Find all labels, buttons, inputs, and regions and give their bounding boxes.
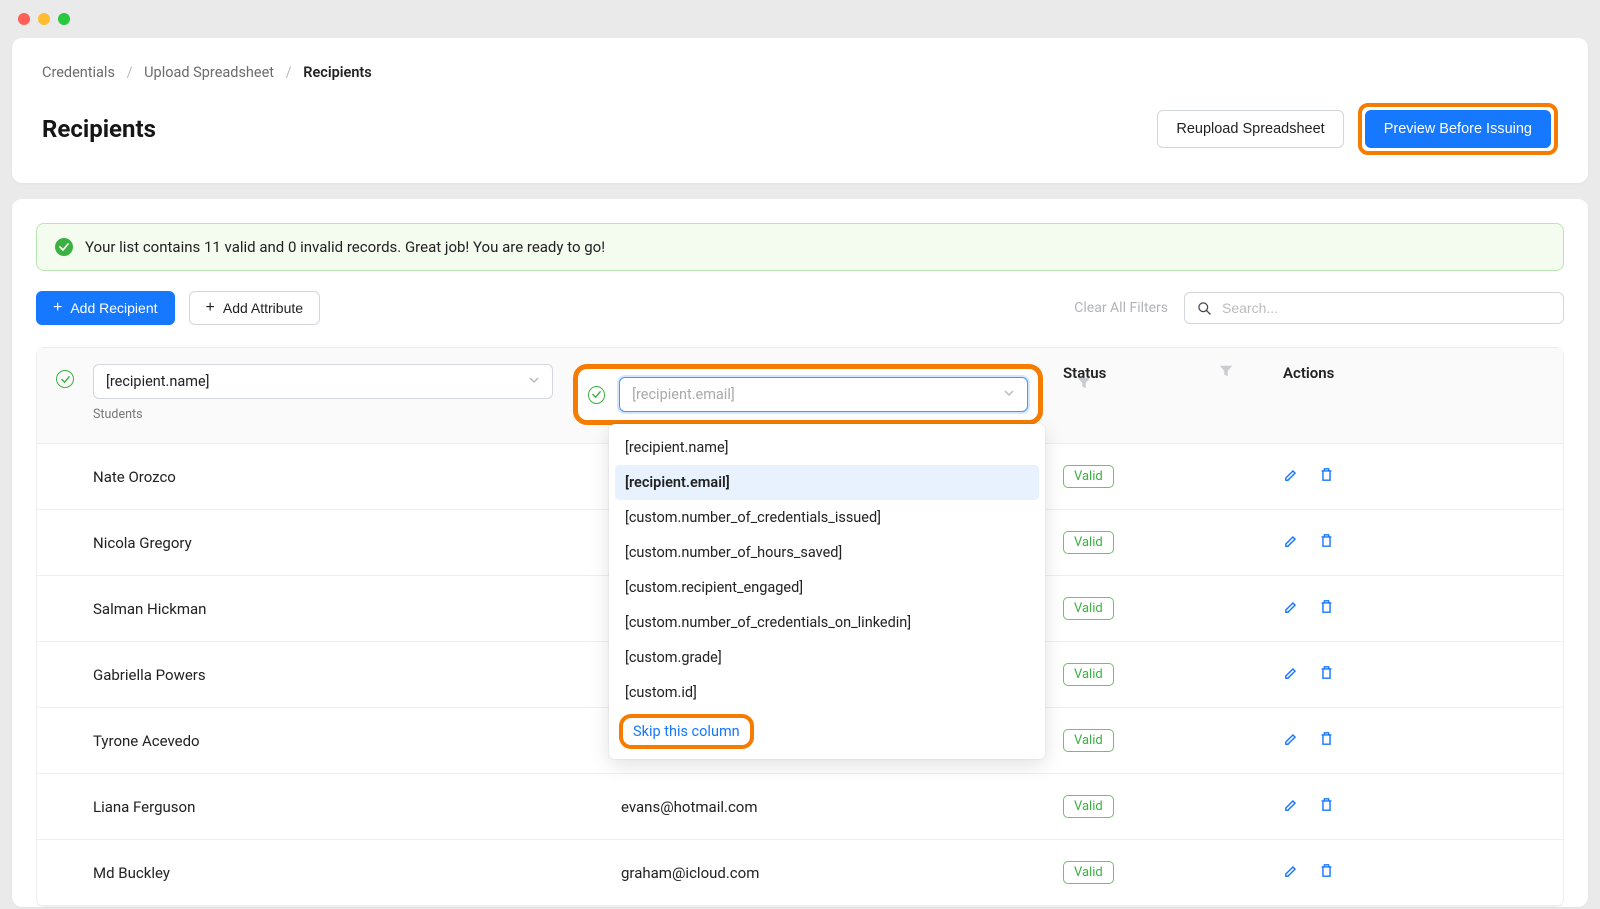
edit-icon[interactable] [1283,730,1300,751]
status-badge: Valid [1063,729,1114,752]
filter-icon[interactable] [1077,376,1091,394]
dropdown-option[interactable]: [custom.recipient_engaged] [615,570,1039,605]
toolbar: + Add Recipient + Add Attribute Clear Al… [36,291,1564,325]
table-row: Md Buckley graham@icloud.com Valid [37,840,1563,906]
app-window: Credentials / Upload Spreadsheet / Recip… [0,0,1600,909]
skip-column-link[interactable]: Skip this column [633,723,740,740]
edit-icon[interactable] [1283,862,1300,883]
edit-icon[interactable] [1283,532,1300,553]
table-header-row: [recipient.name] Students [recipient.ema [37,348,1563,444]
page-title: Recipients [42,115,156,143]
table-row: Liana Ferguson evans@hotmail.com Valid [37,774,1563,840]
check-circle-outline-icon [56,370,74,388]
chevron-down-icon [1003,386,1015,403]
preview-before-issuing-button[interactable]: Preview Before Issuing [1365,110,1551,148]
add-recipient-label: Add Recipient [70,300,157,316]
delete-icon[interactable] [1318,664,1335,685]
add-attribute-label: Add Attribute [223,300,303,316]
recipients-table: [recipient.name] Students [recipient.ema [36,347,1564,907]
edit-icon[interactable] [1283,598,1300,619]
filter-icon[interactable] [1219,364,1233,382]
edit-icon[interactable] [1283,796,1300,817]
dropdown-option[interactable]: [custom.id] [615,675,1039,710]
column-2-placeholder: [recipient.email] [632,386,735,403]
check-circle-outline-icon [588,386,605,404]
breadcrumb-current: Recipients [303,64,372,81]
breadcrumb-separator: / [127,64,133,81]
recipient-name-cell: Salman Hickman [93,600,206,618]
recipient-name-cell: Gabriella Powers [93,666,206,684]
delete-icon[interactable] [1318,862,1335,883]
recipient-email-cell: graham@icloud.com [573,864,759,882]
delete-icon[interactable] [1318,466,1335,487]
dropdown-option[interactable]: [custom.grade] [615,640,1039,675]
dropdown-option[interactable]: [custom.number_of_credentials_issued] [615,500,1039,535]
edit-icon[interactable] [1283,466,1300,487]
delete-icon[interactable] [1318,796,1335,817]
dropdown-option[interactable]: [custom.number_of_hours_saved] [615,535,1039,570]
status-badge: Valid [1063,597,1114,620]
window-zoom-button[interactable] [58,13,70,25]
breadcrumb-link-1[interactable]: Credentials [42,64,115,81]
recipient-email-cell: evans@hotmail.com [573,798,758,816]
delete-icon[interactable] [1318,532,1335,553]
status-badge: Valid [1063,531,1114,554]
recipient-name-cell: Md Buckley [93,864,170,882]
search-icon [1197,301,1212,316]
reupload-spreadsheet-button[interactable]: Reupload Spreadsheet [1157,110,1343,148]
header-actions: Reupload Spreadsheet Preview Before Issu… [1157,103,1558,155]
recipient-name-cell: Nicola Gregory [93,534,192,552]
highlight-ring: [recipient.email] [573,364,1043,425]
add-attribute-button[interactable]: + Add Attribute [189,291,321,325]
plus-icon: + [53,300,62,316]
column-mapping-dropdown: [recipient.name][recipient.email][custom… [609,424,1045,759]
search-input-wrapper[interactable] [1184,292,1564,324]
recipient-name-cell: Nate Orozco [93,468,176,486]
status-badge: Valid [1063,465,1114,488]
dropdown-option[interactable]: [recipient.name] [615,430,1039,465]
alert-text: Your list contains 11 valid and 0 invali… [85,238,605,256]
check-circle-icon [55,238,73,256]
search-input[interactable] [1222,300,1551,316]
clear-all-filters-link[interactable]: Clear All Filters [1074,300,1168,316]
window-minimize-button[interactable] [38,13,50,25]
window-titlebar [0,0,1600,38]
chevron-down-icon [528,373,540,390]
success-alert: Your list contains 11 valid and 0 invali… [36,223,1564,271]
actions-column-header: Actions [1283,364,1334,382]
add-recipient-button[interactable]: + Add Recipient [36,291,175,325]
status-badge: Valid [1063,795,1114,818]
dropdown-option[interactable]: [custom.number_of_credentials_on_linkedi… [615,605,1039,640]
delete-icon[interactable] [1318,730,1335,751]
column-1-sublabel: Students [93,407,553,422]
column-2-mapping-select[interactable]: [recipient.email] [619,377,1028,412]
dropdown-option[interactable]: [recipient.email] [615,465,1039,500]
main-card: Your list contains 11 valid and 0 invali… [12,199,1588,907]
recipient-name-cell: Tyrone Acevedo [93,732,200,750]
highlight-ring: Preview Before Issuing [1358,103,1558,155]
breadcrumb-link-2[interactable]: Upload Spreadsheet [144,64,274,81]
delete-icon[interactable] [1318,598,1335,619]
plus-icon: + [206,300,215,316]
breadcrumb: Credentials / Upload Spreadsheet / Recip… [42,64,1558,81]
highlight-ring: Skip this column [619,714,754,749]
column-1-mapping-select[interactable]: [recipient.name] [93,364,553,399]
breadcrumb-separator: / [286,64,292,81]
column-1-selected-value: [recipient.name] [106,373,210,390]
window-close-button[interactable] [18,13,30,25]
header-card: Credentials / Upload Spreadsheet / Recip… [12,38,1588,183]
recipient-name-cell: Liana Ferguson [93,798,195,816]
status-badge: Valid [1063,663,1114,686]
edit-icon[interactable] [1283,664,1300,685]
status-badge: Valid [1063,861,1114,884]
